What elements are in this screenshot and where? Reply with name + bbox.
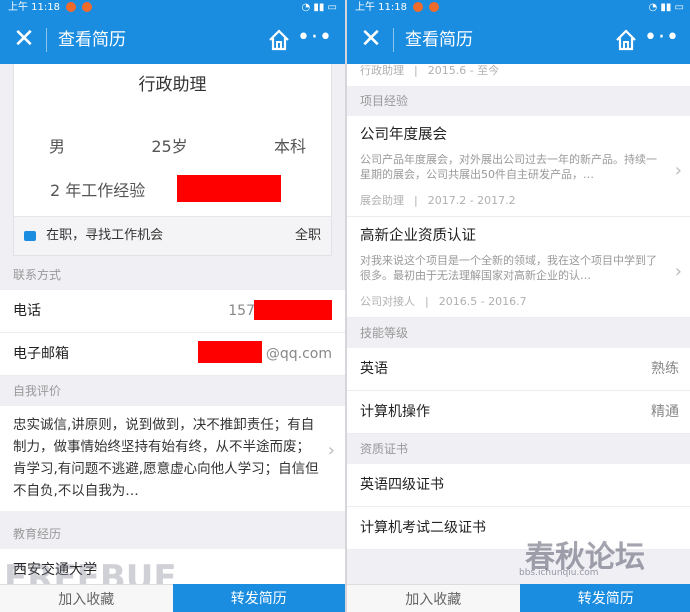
status-bar: 上午 11:18 ◔ ▮▮ ▭ bbox=[0, 0, 345, 16]
status-time: 上午 11:18 bbox=[355, 2, 407, 13]
experience-row: 2 年工作经验 bbox=[14, 175, 331, 202]
notification-icon bbox=[429, 2, 440, 12]
project-role: 展会助理 bbox=[360, 194, 404, 207]
work-experience: 2 年工作经验 bbox=[50, 180, 146, 200]
skill-row[interactable]: 英语 熟练 bbox=[347, 348, 690, 391]
skill-level: 熟练 bbox=[651, 361, 679, 377]
project-item[interactable]: 公司年度展会 公司产品年度展会，对外展出公司过去一年的新产品。持续一星期的展会，… bbox=[347, 116, 690, 217]
home-icon[interactable] bbox=[267, 28, 291, 52]
redacted-name bbox=[177, 175, 282, 202]
previous-job-meta: 行政助理 | 2015.6 - 至今 bbox=[347, 64, 690, 86]
age: 25岁 bbox=[151, 137, 188, 156]
section-projects: 项目经验 bbox=[360, 94, 409, 108]
notification-icon bbox=[66, 2, 77, 12]
page-title: 查看简历 bbox=[58, 30, 126, 50]
job-type: 全职 bbox=[294, 228, 321, 243]
project-item[interactable]: 高新企业资质认证 对我来说这个项目是一个全新的领域，我在这个项目中学到了很多。最… bbox=[347, 217, 690, 318]
left-phone-screen: 上午 11:18 ◔ ▮▮ ▭ ✕ 查看简历 •·• 行政助理 男 25岁 本科… bbox=[0, 0, 345, 612]
phone-row[interactable]: 电话 157 bbox=[0, 290, 345, 333]
project-meta: 公司对接人 | 2016.5 - 2016.7 bbox=[360, 295, 527, 308]
self-eval-text: 忠实诚信,讲原则，说到做到，决不推卸责任；有自制力，做事情始终坚持有始有终，从不… bbox=[13, 417, 319, 499]
skill-name: 计算机操作 bbox=[360, 404, 430, 420]
chevron-right-icon: › bbox=[674, 261, 682, 282]
notification-icon bbox=[413, 2, 424, 12]
page-title: 查看简历 bbox=[405, 30, 473, 50]
job-title: 行政助理 bbox=[138, 75, 207, 95]
email-label: 电子邮箱 bbox=[13, 346, 69, 362]
divider bbox=[393, 28, 394, 52]
project-date: 2017.2 - 2017.2 bbox=[427, 194, 516, 207]
email-suffix: @qq.com bbox=[265, 346, 332, 362]
school-name: 西安交通大学 bbox=[13, 562, 97, 578]
status-bar: 上午 11:18 ◔ ▮▮ ▭ bbox=[347, 0, 690, 16]
prev-role: 行政助理 bbox=[360, 64, 404, 77]
email-row[interactable]: 电子邮箱 @qq.com bbox=[0, 333, 345, 376]
gender: 男 bbox=[49, 137, 66, 156]
title-bar: ✕ 查看简历 •·• bbox=[0, 16, 345, 64]
section-self-eval: 自我评价 bbox=[13, 384, 62, 398]
certificate-name: 英语四级证书 bbox=[360, 477, 444, 493]
status-time: 上午 11:18 bbox=[8, 2, 60, 13]
screenshot: 上午 11:18 ◔ ▮▮ ▭ ✕ 查看简历 •·• 行政助理 男 25岁 本科… bbox=[0, 0, 690, 612]
forward-resume-button[interactable]: 转发简历 bbox=[519, 584, 690, 612]
prev-date: 2015.6 - 至今 bbox=[427, 64, 500, 77]
briefcase-icon bbox=[24, 230, 36, 241]
skill-level: 精通 bbox=[651, 404, 679, 420]
resume-scroll[interactable]: 行政助理 | 2015.6 - 至今 项目经验 公司年度展会 公司产品年度展会，对外… bbox=[347, 64, 690, 612]
skill-name: 英语 bbox=[360, 361, 388, 377]
section-contact: 联系方式 bbox=[13, 268, 62, 282]
phone-label: 电话 bbox=[13, 303, 41, 319]
project-desc: 对我来说这个项目是一个全新的领域，我在这个项目中学到了很多。最初由于无法理解国家… bbox=[360, 254, 657, 282]
close-button[interactable]: ✕ bbox=[359, 26, 383, 52]
resume-scroll[interactable]: 行政助理 男 25岁 本科 2 年工作经验 在职，寻找工作机会 全职 联系方式 bbox=[0, 64, 345, 612]
section-education: 教育经历 bbox=[13, 527, 62, 541]
work-status: 在职，寻找工作机会 bbox=[46, 228, 164, 243]
job-status-row: 在职，寻找工作机会 全职 bbox=[14, 216, 331, 255]
right-phone-screen: 上午 11:18 ◔ ▮▮ ▭ ✕ 查看简历 •·• 行政助理 | 2015.6 -… bbox=[345, 0, 690, 612]
forward-resume-button[interactable]: 转发简历 bbox=[172, 584, 345, 612]
certificate-row[interactable]: 英语四级证书 bbox=[347, 464, 690, 507]
bottom-action-bar: 加入收藏 转发简历 bbox=[347, 584, 690, 612]
basic-info-row: 男 25岁 本科 bbox=[14, 133, 331, 157]
certificate-name: 计算机考试二级证书 bbox=[360, 520, 486, 536]
project-title: 高新企业资质认证 bbox=[360, 228, 476, 244]
certificate-row[interactable]: 计算机考试二级证书 bbox=[347, 507, 690, 550]
signal-battery-icon: ◔ ▮▮ ▭ bbox=[301, 2, 337, 13]
redacted-phone bbox=[254, 300, 332, 320]
project-role: 公司对接人 bbox=[360, 295, 415, 308]
add-favorite-button[interactable]: 加入收藏 bbox=[347, 584, 520, 612]
bottom-action-bar: 加入收藏 转发简历 bbox=[0, 584, 345, 612]
more-button[interactable]: •·• bbox=[297, 26, 333, 50]
more-button[interactable]: •·• bbox=[644, 26, 680, 50]
skill-row[interactable]: 计算机操作 精通 bbox=[347, 391, 690, 434]
chevron-right-icon: › bbox=[327, 440, 335, 461]
phone-prefix: 157 bbox=[228, 303, 255, 319]
project-date: 2016.5 - 2016.7 bbox=[438, 295, 527, 308]
signal-battery-icon: ◔ ▮▮ ▭ bbox=[648, 2, 684, 13]
home-icon[interactable] bbox=[614, 28, 638, 52]
notification-icon bbox=[82, 2, 93, 12]
add-favorite-button[interactable]: 加入收藏 bbox=[0, 584, 173, 612]
redacted-email bbox=[198, 341, 262, 363]
close-button[interactable]: ✕ bbox=[12, 26, 36, 52]
profile-card: 行政助理 男 25岁 本科 2 年工作经验 在职，寻找工作机会 全职 bbox=[13, 64, 332, 256]
degree: 本科 bbox=[273, 137, 306, 156]
self-eval-row[interactable]: 忠实诚信,讲原则，说到做到，决不推卸责任；有自制力，做事情始终坚持有始有终，从不… bbox=[0, 406, 345, 511]
title-bar: ✕ 查看简历 •·• bbox=[347, 16, 690, 64]
project-desc: 公司产品年度展会，对外展出公司过去一年的新产品。持续一星期的展会，公司共展出50… bbox=[360, 153, 657, 181]
divider bbox=[46, 28, 47, 52]
section-skills: 技能等级 bbox=[360, 326, 409, 340]
project-meta: 展会助理 | 2017.2 - 2017.2 bbox=[360, 194, 516, 207]
chevron-right-icon: › bbox=[674, 160, 682, 181]
project-title: 公司年度展会 bbox=[360, 127, 447, 143]
section-certificates: 资质证书 bbox=[360, 442, 409, 456]
